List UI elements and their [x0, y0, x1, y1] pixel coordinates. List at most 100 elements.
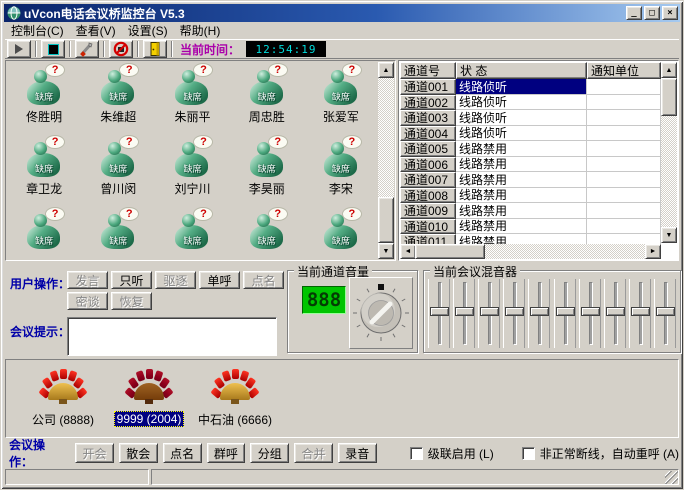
scrollbar-thumb[interactable] [661, 78, 677, 116]
member-item[interactable]: ? 缺席 周忠胜 [230, 64, 304, 136]
channel-row[interactable]: 通道004 线路侦听 [400, 126, 661, 142]
channel-row[interactable]: 通道007 线路禁用 [400, 172, 661, 188]
exit-button[interactable] [143, 40, 167, 58]
forbid-button[interactable] [109, 40, 133, 58]
channel-row[interactable]: 通道005 线路禁用 [400, 141, 661, 157]
mixer-slider[interactable] [528, 279, 550, 348]
menu-item[interactable]: 控制台(C) [5, 21, 70, 40]
volume-knob[interactable] [352, 282, 410, 344]
slider-thumb[interactable] [556, 307, 575, 316]
checkbox[interactable] [522, 447, 535, 460]
channel-row[interactable]: 通道010 线路禁用 [400, 219, 661, 235]
conference-op-button[interactable]: 点名 [163, 443, 202, 463]
minimize-button[interactable]: _ [626, 6, 642, 20]
resize-grip[interactable] [665, 471, 678, 484]
checkbox-group[interactable]: 非正常断线，自动重呼 (A) [522, 445, 679, 462]
mixer-slider[interactable] [428, 279, 450, 348]
column-header-status[interactable]: 状 态 [456, 62, 587, 79]
conference-item[interactable]: 9999 (2004) [106, 368, 192, 427]
channel-row[interactable]: 通道009 线路禁用 [400, 203, 661, 219]
user-op-button[interactable]: 单呼 [199, 271, 240, 289]
conference-op-button[interactable]: 分组 [250, 443, 289, 463]
conference-op-button[interactable]: 开会 [75, 443, 114, 463]
settings-tool-button[interactable] [75, 40, 99, 58]
member-vertical-scrollbar[interactable]: ▲ ▼ [378, 62, 394, 259]
slider-thumb[interactable] [656, 307, 675, 316]
user-op-button[interactable]: 恢复 [111, 292, 152, 310]
conference-op-button[interactable]: 合并 [294, 443, 333, 463]
member-item[interactable]: ? 缺席 朱维超 [81, 64, 155, 136]
menu-item[interactable]: 查看(V) [70, 21, 122, 40]
conference-op-button[interactable]: 群呼 [207, 443, 246, 463]
maximize-button[interactable]: □ [644, 6, 660, 20]
member-item[interactable]: ? 缺席 [81, 208, 155, 259]
scroll-down-icon[interactable]: ▼ [661, 227, 677, 243]
mixer-slider[interactable] [554, 279, 576, 348]
channel-row[interactable]: 通道008 线路禁用 [400, 188, 661, 204]
member-item[interactable]: ? 缺席 朱丽平 [155, 64, 229, 136]
member-item[interactable]: ? 缺席 张爱军 [304, 64, 378, 136]
channel-id-cell: 通道010 [400, 219, 456, 235]
member-item[interactable]: ? 缺席 [230, 208, 304, 259]
user-op-button[interactable]: 点名 [243, 271, 284, 289]
member-item[interactable]: ? 缺席 [304, 208, 378, 259]
member-item[interactable]: ? 缺席 刘宁川 [155, 136, 229, 208]
member-item[interactable]: ? 缺席 [155, 208, 229, 259]
channel-row[interactable]: 通道001 线路侦听 [400, 79, 661, 95]
column-header-channel[interactable]: 通道号 [400, 62, 456, 79]
close-button[interactable]: × [662, 6, 678, 20]
checkbox[interactable] [410, 447, 423, 460]
mixer-slider[interactable] [579, 279, 601, 348]
mixer-slider[interactable] [629, 279, 651, 348]
slider-thumb[interactable] [581, 307, 600, 316]
mixer-slider[interactable] [478, 279, 500, 348]
slider-thumb[interactable] [631, 307, 650, 316]
member-item[interactable]: ? 缺席 李宋 [304, 136, 378, 208]
slider-thumb[interactable] [505, 307, 524, 316]
user-op-button[interactable]: 驱逐 [155, 271, 196, 289]
member-item[interactable]: ? 缺席 [7, 208, 81, 259]
menu-item[interactable]: 设置(S) [122, 21, 174, 40]
channel-horizontal-scrollbar[interactable]: ◄ ► [400, 244, 661, 259]
conference-op-button[interactable]: 录音 [338, 443, 377, 463]
checkbox-group[interactable]: 级联启用 (L) [410, 445, 494, 462]
scroll-left-icon[interactable]: ◄ [400, 244, 416, 259]
slider-thumb[interactable] [606, 307, 625, 316]
scroll-up-icon[interactable]: ▲ [378, 62, 394, 78]
scroll-up-icon[interactable]: ▲ [661, 62, 677, 78]
channel-vertical-scrollbar[interactable]: ▲ ▼ [661, 62, 677, 243]
member-item[interactable]: ? 缺席 李昊丽 [230, 136, 304, 208]
scroll-right-icon[interactable]: ► [645, 244, 661, 259]
member-item[interactable]: ? 缺席 佟胜明 [7, 64, 81, 136]
member-item[interactable]: ? 缺席 曾川闵 [81, 136, 155, 208]
scrollbar-thumb[interactable] [378, 197, 394, 243]
channel-row[interactable]: 通道002 线路侦听 [400, 95, 661, 111]
title-bar[interactable]: uVcon电话会议桥监控台 V5.3 _ □ × [4, 4, 680, 22]
scroll-down-icon[interactable]: ▼ [378, 243, 394, 259]
conference-item[interactable]: 公司 (8888) [20, 368, 106, 428]
channel-row[interactable]: 通道003 线路侦听 [400, 110, 661, 126]
stop-button[interactable] [41, 40, 65, 58]
slider-thumb[interactable] [480, 307, 499, 316]
start-button[interactable] [7, 40, 31, 58]
channel-row[interactable]: 通道006 线路禁用 [400, 157, 661, 173]
member-item[interactable]: ? 缺席 章卫龙 [7, 136, 81, 208]
slider-thumb[interactable] [455, 307, 474, 316]
mixer-slider[interactable] [503, 279, 525, 348]
user-op-button[interactable]: 密谈 [67, 292, 108, 310]
conference-prompt-input[interactable] [67, 317, 277, 356]
scrollbar-thumb[interactable] [415, 244, 485, 259]
channel-volume-group: 当前通道音量 888 [287, 270, 418, 353]
mixer-slider[interactable] [654, 279, 676, 348]
user-op-button[interactable]: 发言 [67, 271, 108, 289]
conference-op-button[interactable]: 散会 [119, 443, 158, 463]
mixer-slider[interactable] [453, 279, 475, 348]
mixer-slider[interactable] [604, 279, 626, 348]
slider-thumb[interactable] [430, 307, 449, 316]
column-header-unit[interactable]: 通知单位 [587, 62, 661, 79]
channel-row[interactable]: 通道011 线路禁用 [400, 234, 661, 244]
slider-thumb[interactable] [530, 307, 549, 316]
menu-item[interactable]: 帮助(H) [174, 21, 227, 40]
conference-item[interactable]: 中石油 (6666) [192, 368, 278, 428]
user-op-button[interactable]: 只听 [111, 271, 152, 289]
